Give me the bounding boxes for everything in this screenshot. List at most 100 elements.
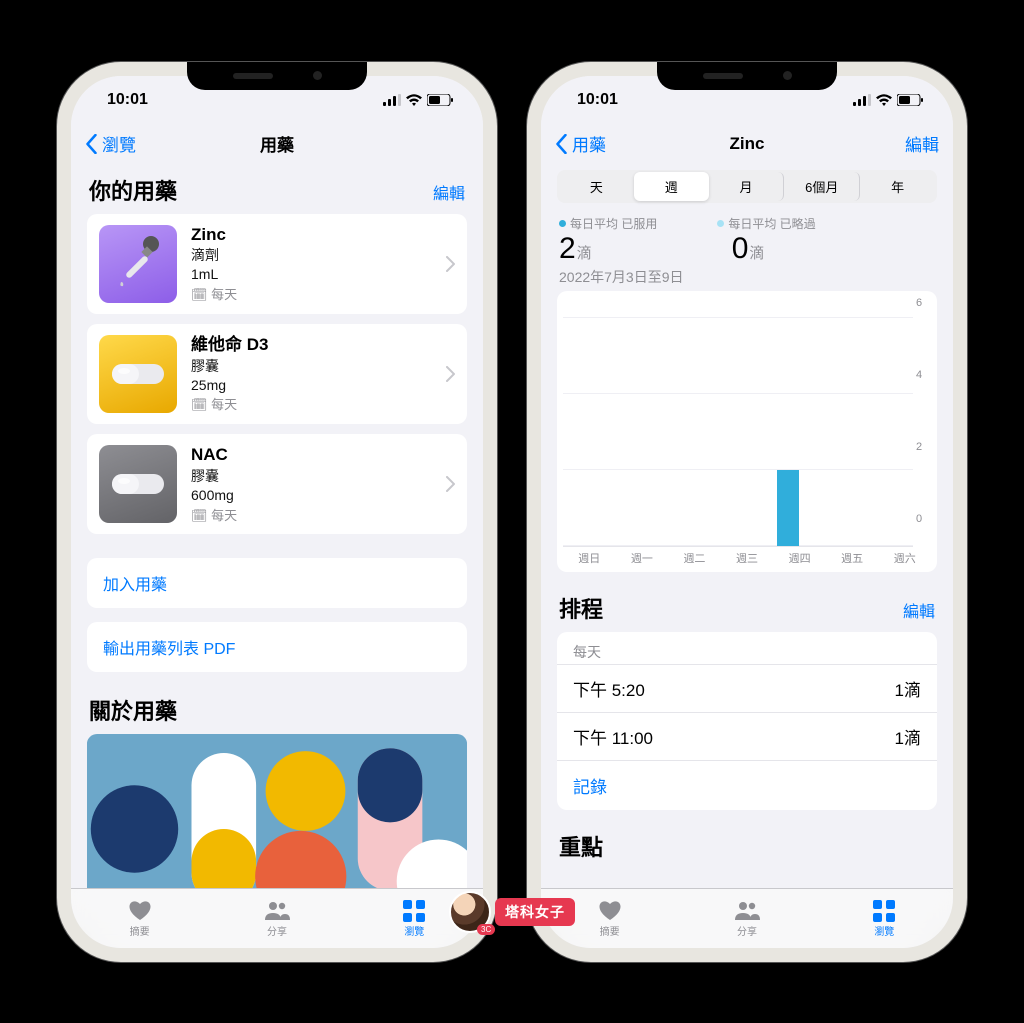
notch bbox=[657, 62, 837, 90]
back-label: 用藥 bbox=[572, 131, 606, 156]
schedule-freq: 每天 bbox=[557, 632, 937, 664]
chevron-right-icon bbox=[446, 256, 455, 272]
med-freq: 🗓 每天 bbox=[191, 507, 446, 525]
tab-bar: 摘要 分享 瀏覽 bbox=[71, 888, 483, 948]
about-hero-image[interactable] bbox=[87, 734, 467, 887]
med-freq: 🗓 每天 bbox=[191, 396, 446, 414]
segment-week[interactable]: 週 bbox=[634, 172, 709, 201]
section-header-meds: 你的用藥 編輯 bbox=[87, 164, 467, 214]
phone-device-right: 10:01 用藥 Zinc 編輯 天 週 月 6個月 年 bbox=[527, 62, 967, 962]
segment-6month[interactable]: 6個月 bbox=[784, 172, 860, 201]
highlights-title: 重點 bbox=[559, 830, 603, 862]
edit-schedule-button[interactable]: 編輯 bbox=[903, 598, 935, 622]
segment-month[interactable]: 月 bbox=[709, 172, 785, 201]
watermark-text: 塔科女子 bbox=[495, 898, 575, 926]
stat-taken: 2滴 bbox=[559, 232, 592, 266]
time-range-segment: 天 週 月 6個月 年 bbox=[557, 170, 937, 203]
record-button[interactable]: 記錄 bbox=[557, 760, 937, 810]
schedule-title: 排程 bbox=[559, 592, 603, 624]
capsule-icon bbox=[110, 360, 166, 388]
watermark: 3C 塔科女子 bbox=[449, 891, 575, 933]
med-row-d3[interactable]: 維他命 D3 膠囊 25mg 🗓 每天 bbox=[87, 324, 467, 424]
med-freq: 🗓 每天 bbox=[191, 286, 446, 304]
med-form: 膠囊 bbox=[191, 357, 446, 376]
back-button[interactable]: 用藥 bbox=[555, 131, 606, 156]
med-info: NAC 膠囊 600mg 🗓 每天 bbox=[191, 444, 446, 524]
tab-summary[interactable]: 摘要 bbox=[71, 889, 208, 948]
schedule-time: 下午 11:00 bbox=[573, 724, 653, 749]
status-time: 10:01 bbox=[107, 91, 148, 109]
chevron-left-icon bbox=[85, 134, 98, 154]
tab-label: 摘要 bbox=[600, 923, 620, 938]
chart-yaxis: 6420 bbox=[913, 297, 931, 547]
status-right bbox=[383, 94, 453, 106]
stats-row: 2滴 0滴 bbox=[557, 232, 937, 266]
section-title: 你的用藥 bbox=[89, 174, 177, 206]
chevron-left-icon bbox=[555, 134, 568, 154]
people-icon bbox=[734, 898, 760, 922]
med-name: 維他命 D3 bbox=[191, 334, 446, 357]
chevron-right-icon bbox=[446, 366, 455, 382]
section-header-highlights: 重點 bbox=[557, 810, 937, 870]
tab-bar: 摘要 分享 瀏覽 bbox=[541, 888, 953, 948]
med-dose: 25mg bbox=[191, 376, 446, 395]
chart-plot bbox=[563, 297, 913, 547]
heart-icon bbox=[597, 898, 623, 922]
schedule-row[interactable]: 下午 5:20 1滴 bbox=[557, 664, 937, 712]
export-pdf-button[interactable]: 輸出用藥列表 PDF bbox=[87, 622, 467, 672]
wifi-icon bbox=[406, 94, 422, 106]
nav-bar: 瀏覽 用藥 bbox=[71, 124, 483, 164]
screen-left: 10:01 瀏覽 用藥 你的用藥 編輯 bbox=[71, 76, 483, 948]
segment-day[interactable]: 天 bbox=[559, 172, 634, 201]
schedule-card: 每天 下午 5:20 1滴 下午 11:00 1滴 記錄 bbox=[557, 632, 937, 810]
schedule-dose: 1滴 bbox=[895, 724, 921, 749]
nav-bar: 用藥 Zinc 編輯 bbox=[541, 124, 953, 164]
legend-skipped: 每日平均 已略過 bbox=[717, 215, 815, 232]
segment-year[interactable]: 年 bbox=[860, 172, 935, 201]
dropper-icon bbox=[113, 234, 163, 294]
tab-label: 分享 bbox=[267, 923, 287, 938]
med-dose: 1mL bbox=[191, 265, 446, 284]
edit-meds-button[interactable]: 編輯 bbox=[433, 180, 465, 204]
chevron-right-icon bbox=[446, 476, 455, 492]
tab-browse[interactable]: 瀏覽 bbox=[816, 889, 953, 948]
phone-device-left: 10:01 瀏覽 用藥 你的用藥 編輯 bbox=[57, 62, 497, 962]
edit-button[interactable]: 編輯 bbox=[905, 131, 939, 156]
med-info: Zinc 滴劑 1mL 🗓 每天 bbox=[191, 224, 446, 304]
schedule-time: 下午 5:20 bbox=[573, 676, 645, 701]
med-icon bbox=[99, 445, 177, 523]
med-name: NAC bbox=[191, 444, 446, 467]
section-header-schedule: 排程 編輯 bbox=[557, 572, 937, 632]
content-right[interactable]: 天 週 月 6個月 年 每日平均 已服用 每日平均 已略過 2滴 0滴 2022… bbox=[541, 164, 953, 888]
signal-icon bbox=[383, 94, 401, 106]
chart-card: 6420 週日週一週二週三週四週五週六 bbox=[557, 291, 937, 572]
schedule-dose: 1滴 bbox=[895, 676, 921, 701]
grid-icon bbox=[871, 898, 897, 922]
med-form: 滴劑 bbox=[191, 246, 446, 265]
signal-icon bbox=[853, 94, 871, 106]
status-right bbox=[853, 94, 923, 106]
about-title: 關於用藥 bbox=[89, 694, 177, 726]
schedule-row[interactable]: 下午 11:00 1滴 bbox=[557, 712, 937, 760]
med-info: 維他命 D3 膠囊 25mg 🗓 每天 bbox=[191, 334, 446, 414]
tab-share[interactable]: 分享 bbox=[678, 889, 815, 948]
chart-area[interactable]: 6420 bbox=[563, 297, 931, 547]
battery-icon bbox=[897, 94, 923, 106]
screen-right: 10:01 用藥 Zinc 編輯 天 週 月 6個月 年 bbox=[541, 76, 953, 948]
med-row-nac[interactable]: NAC 膠囊 600mg 🗓 每天 bbox=[87, 434, 467, 534]
tab-label: 分享 bbox=[737, 923, 757, 938]
med-dose: 600mg bbox=[191, 486, 446, 505]
back-button[interactable]: 瀏覽 bbox=[85, 131, 136, 156]
capsule-icon bbox=[110, 470, 166, 498]
battery-icon bbox=[427, 94, 453, 106]
med-form: 膠囊 bbox=[191, 467, 446, 486]
tab-share[interactable]: 分享 bbox=[208, 889, 345, 948]
tab-label: 瀏覽 bbox=[404, 923, 424, 938]
med-row-zinc[interactable]: Zinc 滴劑 1mL 🗓 每天 bbox=[87, 214, 467, 314]
stat-skipped: 0滴 bbox=[732, 232, 765, 266]
date-range: 2022年7月3日至9日 bbox=[557, 266, 937, 291]
med-icon bbox=[99, 335, 177, 413]
chart-bar[interactable] bbox=[777, 470, 799, 546]
content-left[interactable]: 你的用藥 編輯 Zinc 滴劑 1mL 🗓 每天 bbox=[71, 164, 483, 888]
add-med-button[interactable]: 加入用藥 bbox=[87, 558, 467, 608]
